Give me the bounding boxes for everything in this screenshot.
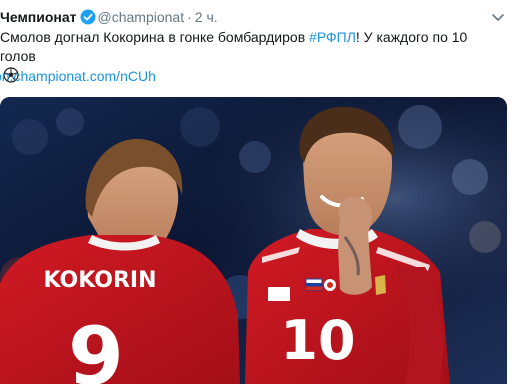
tweet-header: Чемпионат @championat · 2 ч. <box>0 7 516 27</box>
left-player-number: 9 <box>68 310 124 384</box>
separator-dot: · <box>187 9 192 25</box>
author-name[interactable]: Чемпионат <box>0 9 77 25</box>
tweet-timestamp[interactable]: 2 ч. <box>195 9 218 25</box>
right-player-number: 10 <box>280 309 355 372</box>
verified-badge-icon <box>80 9 96 30</box>
tweet-url-link[interactable]: on.championat.com/nCUh <box>0 66 156 86</box>
tweet-photo[interactable]: KOKORIN 9 10 <box>0 97 507 384</box>
tweet-text-part: Смолов догнал Кокорина в гонке бомбардир… <box>0 29 310 45</box>
adidas-logo <box>268 287 290 301</box>
photo-scene: KOKORIN 9 10 <box>0 97 507 384</box>
chevron-down-icon[interactable] <box>490 7 506 27</box>
left-player-name: KOKORIN <box>43 268 156 293</box>
author-handle[interactable]: @championat <box>98 9 185 25</box>
hashtag-link[interactable]: #РФПЛ <box>309 29 356 45</box>
